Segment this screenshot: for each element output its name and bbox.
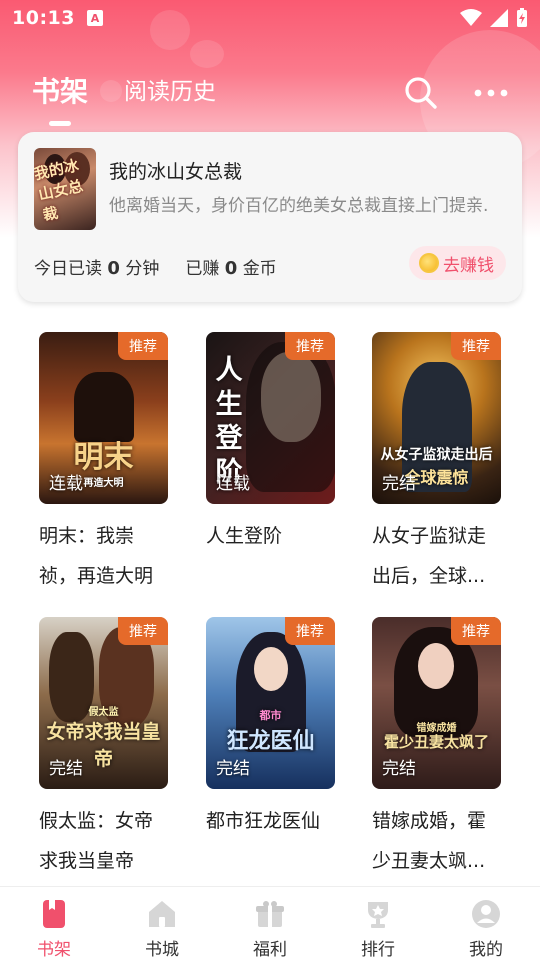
book-cover[interactable]: 人生登阶 推荐 连载 [206, 332, 335, 504]
book-cover[interactable]: 明末 再造大明 推荐 连载 [39, 332, 168, 504]
book-cover[interactable]: 假太监 女帝求我当皇帝 推荐 完结 [39, 617, 168, 789]
search-icon[interactable] [404, 76, 438, 110]
earn-coins-button[interactable]: 去赚钱 [409, 246, 506, 280]
serial-status-label: 完结 [382, 474, 416, 494]
status-bar: 10:13 A [0, 0, 540, 36]
current-reading-card[interactable]: 我的冰山女总裁 我的冰山女总裁 他离婚当天，身价百亿的绝美女总裁直接上门提亲. … [18, 132, 522, 302]
nav-label: 我的 [469, 940, 503, 960]
status-time: 10:13 [12, 7, 75, 29]
current-book-cover[interactable]: 我的冰山女总裁 [34, 148, 96, 230]
reading-stats: 今日已读 0 分钟 已赚 0 金币 [34, 254, 277, 279]
nav-label: 排行 [361, 940, 395, 960]
signal-icon [490, 9, 508, 27]
book-title[interactable]: 错嫁成婚，霍少丑妻太飒... [372, 801, 502, 881]
recommend-badge: 推荐 [285, 332, 335, 360]
nav-item-ranking[interactable]: 排行 [324, 887, 432, 960]
coin-icon [419, 253, 439, 273]
book-title[interactable]: 明末：我崇祯，再造大明 [39, 516, 169, 596]
book-title[interactable]: 假太监：女帝求我当皇帝 [39, 801, 169, 881]
nav-item-bookstore[interactable]: 书城 [108, 887, 216, 960]
app-notification-icon: A [86, 10, 103, 26]
battery-icon [517, 8, 527, 27]
tab-bookshelf[interactable]: 书架 [32, 60, 88, 110]
more-horizontal-icon[interactable] [474, 88, 508, 98]
nav-item-welfare[interactable]: 福利 [216, 887, 324, 960]
bottom-navigation: 书架 书城 福利 排行 我的 [0, 886, 540, 960]
read-time-stat: 今日已读 0 分钟 [34, 258, 160, 279]
current-book-description: 他离婚当天，身价百亿的绝美女总裁直接上门提亲. [109, 196, 489, 216]
serial-status-label: 完结 [49, 759, 83, 779]
nav-item-profile[interactable]: 我的 [432, 887, 540, 960]
book-title[interactable]: 从女子监狱走出后，全球... [372, 516, 502, 596]
book-cover[interactable]: 都市 狂龙医仙 推荐 完结 [206, 617, 335, 789]
recommend-badge: 推荐 [451, 617, 501, 645]
serial-status-label: 完结 [382, 759, 416, 779]
bookstore-icon [149, 901, 175, 927]
serial-status-label: 连载 [216, 474, 250, 494]
recommend-badge: 推荐 [118, 332, 168, 360]
current-book-title[interactable]: 我的冰山女总裁 [109, 157, 242, 184]
nav-label: 书城 [145, 940, 179, 960]
recommend-badge: 推荐 [118, 617, 168, 645]
nav-label: 书架 [37, 940, 71, 960]
profile-icon [472, 900, 500, 928]
recommend-badge: 推荐 [451, 332, 501, 360]
serial-status-label: 连载 [49, 474, 83, 494]
serial-status-label: 完结 [216, 759, 250, 779]
recommend-badge: 推荐 [285, 617, 335, 645]
gift-icon [256, 901, 284, 927]
nav-label: 福利 [253, 940, 287, 960]
coins-earned-stat: 已赚 0 金币 [185, 258, 277, 279]
book-cover[interactable]: 错嫁成婚 霍少丑妻太飒了 推荐 完结 [372, 617, 501, 789]
trophy-icon [368, 902, 388, 928]
wifi-icon [460, 9, 482, 26]
bookshelf-icon [43, 900, 65, 928]
book-cover[interactable]: 从女子监狱走出后 全球震惊 推荐 完结 [372, 332, 501, 504]
top-navigation: 书架 阅读历史 [0, 60, 540, 120]
nav-item-bookshelf[interactable]: 书架 [0, 887, 108, 960]
tab-reading-history[interactable]: 阅读历史 [124, 60, 216, 106]
book-title[interactable]: 都市狂龙医仙 [206, 801, 336, 841]
book-title[interactable]: 人生登阶 [206, 516, 336, 556]
